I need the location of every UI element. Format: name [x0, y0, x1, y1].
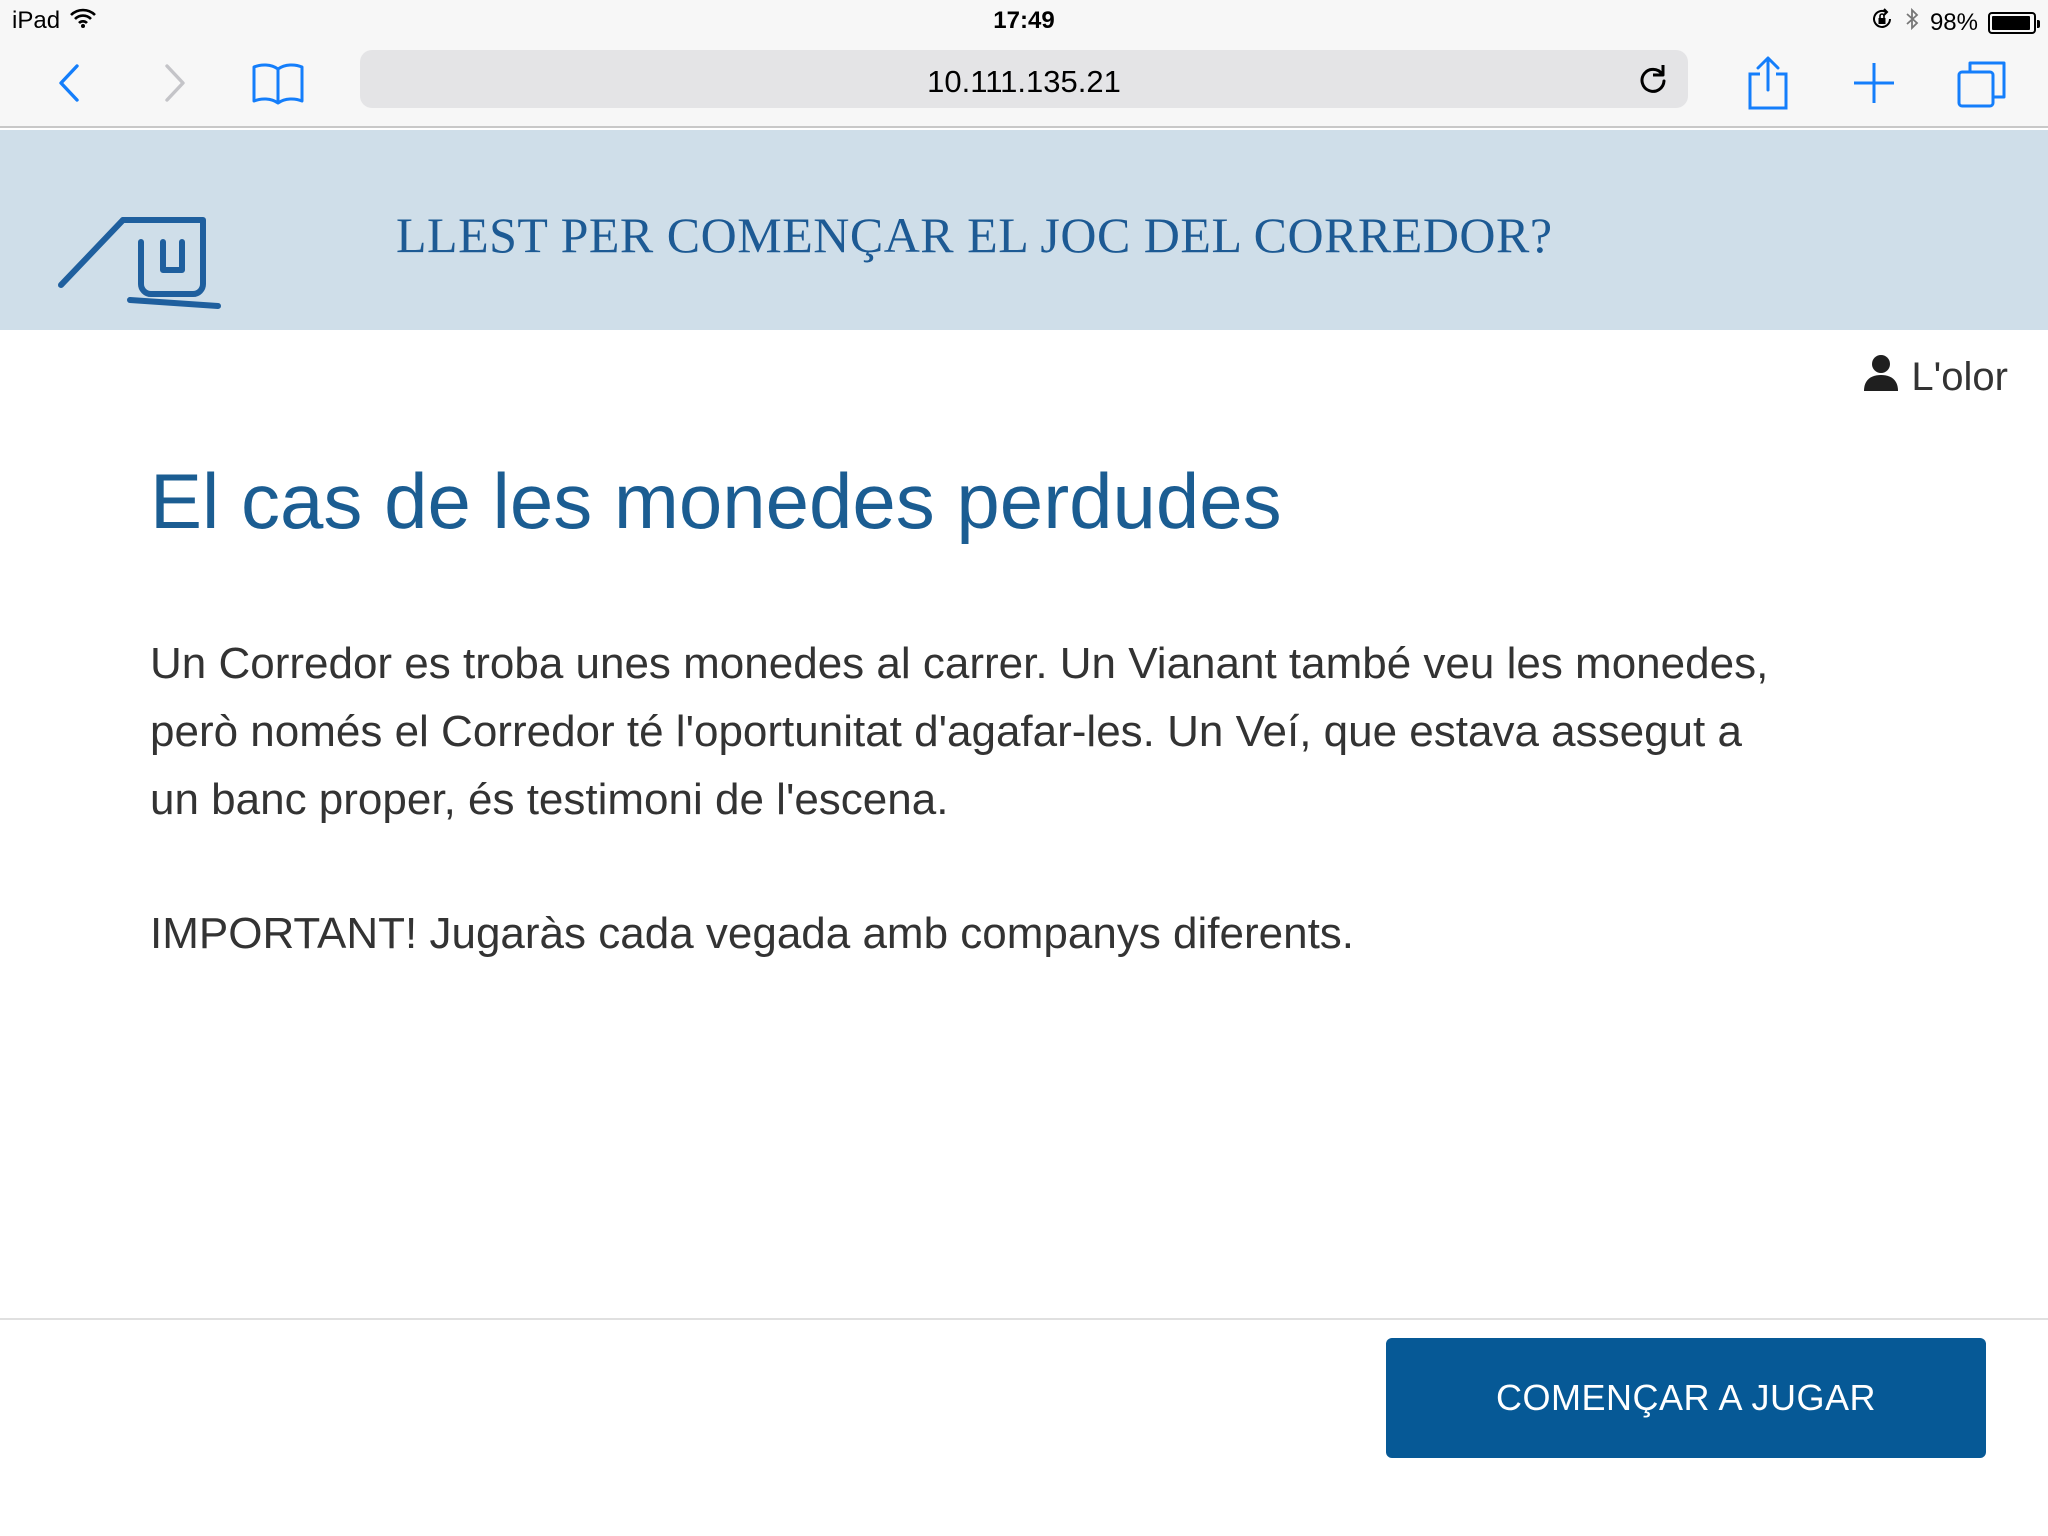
rotation-lock-icon: [1870, 7, 1894, 38]
header-title: LLEST PER COMENÇAR EL JOC DEL CORREDOR?: [396, 207, 1553, 263]
user-area: L'olor: [1861, 352, 2008, 402]
site-logo[interactable]: [56, 170, 226, 310]
battery-icon: [1988, 11, 2040, 34]
user-name: L'olor: [1911, 354, 2008, 399]
new-tab-icon[interactable]: [1846, 56, 1902, 110]
bookmarks-icon[interactable]: [250, 56, 306, 110]
status-time: 17:49: [993, 7, 1055, 34]
user-icon: [1861, 352, 1901, 402]
battery-percent: 98%: [1929, 8, 1978, 36]
share-icon[interactable]: [1740, 56, 1796, 110]
status-bar: iPad 17:49 98%: [0, 0, 2048, 38]
tabs-icon[interactable]: [1954, 56, 2010, 110]
reload-icon[interactable]: [1636, 62, 1670, 96]
start-game-button[interactable]: COMENÇAR A JUGAR: [1386, 1338, 1986, 1458]
game-description: Un Corredor es troba unes monedes al car…: [150, 639, 1769, 824]
url-field[interactable]: 10.111.135.21: [360, 50, 1688, 108]
page-title: El cas de les monedes perdudes: [150, 457, 1282, 545]
url-text: 10.111.135.21: [927, 64, 1121, 99]
forward-icon[interactable]: [146, 56, 202, 110]
bluetooth-icon: [1904, 7, 1920, 38]
browser-toolbar: 10.111.135.21: [0, 38, 2048, 128]
battery-fill: [1992, 15, 2031, 30]
important-note: IMPORTANT! Jugaràs cada vegada amb compa…: [150, 909, 1355, 958]
status-right: 98%: [1870, 7, 2040, 38]
back-icon[interactable]: [42, 56, 98, 110]
footer-divider: [0, 1318, 2048, 1320]
site-header: LLEST PER COMENÇAR EL JOC DEL CORREDOR?: [0, 130, 2048, 330]
